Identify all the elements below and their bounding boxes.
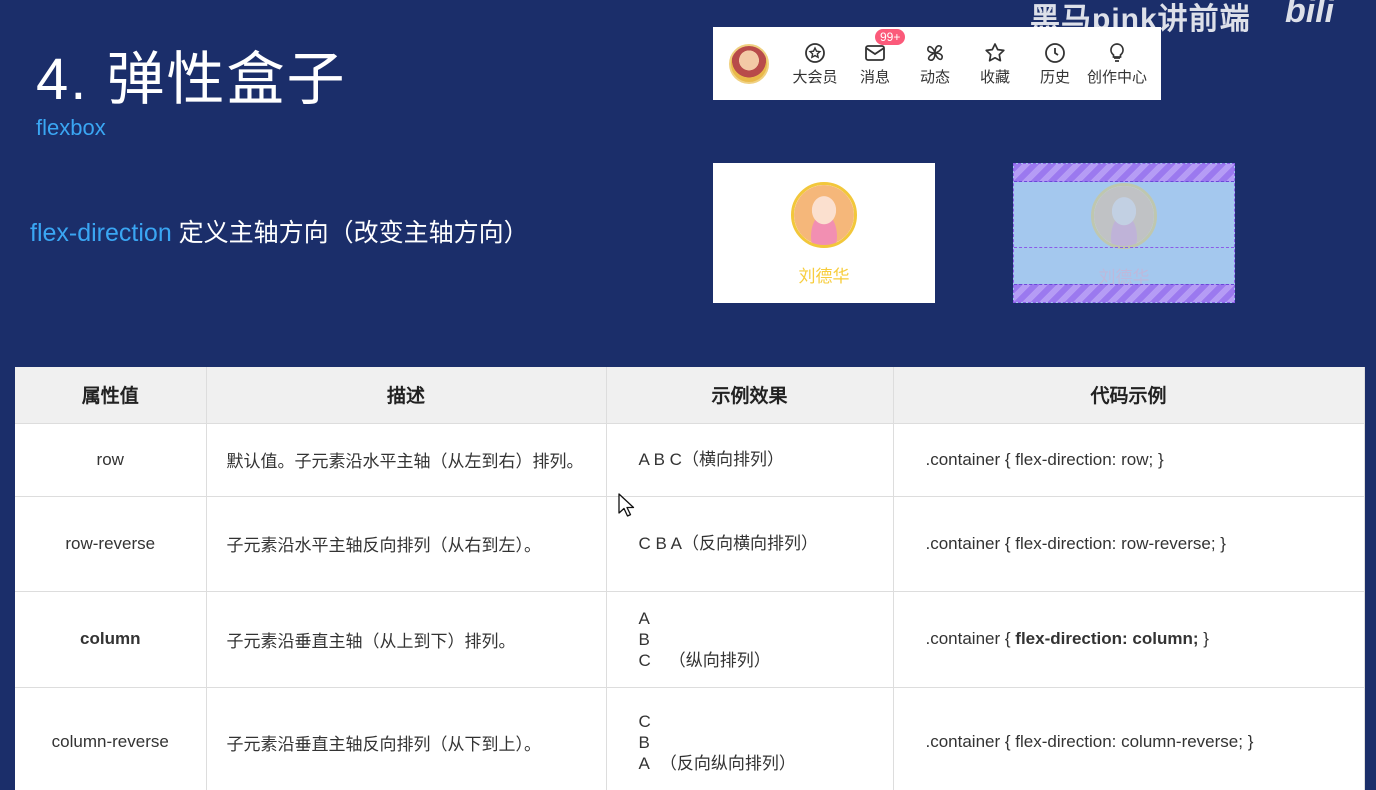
- nav-item-creator-center[interactable]: 创作中心: [1085, 41, 1149, 87]
- padding-overlay-top: [1014, 164, 1234, 182]
- nav-item-label: 动态: [919, 68, 950, 86]
- example-note: （反向纵向排列）: [659, 753, 796, 773]
- avatar[interactable]: [729, 43, 769, 84]
- padding-overlay-bottom: [1014, 284, 1234, 302]
- avatar-image: [791, 182, 857, 248]
- header-example: 示例效果: [606, 367, 894, 423]
- nav-item-label: 大会员: [792, 68, 838, 86]
- code-main: flex-direction: row-reverse;: [1015, 533, 1216, 553]
- nav-item-favorites[interactable]: 收藏: [965, 41, 1025, 87]
- definition-text: flex-direction 定义主轴方向（改变主轴方向）: [30, 213, 529, 249]
- vip-icon: [805, 42, 825, 63]
- nav-item-messages[interactable]: 99+ 消息: [845, 28, 906, 87]
- table-row: column 子元素沿垂直主轴（从上到下）排列。 A B C （纵向排列） .co…: [15, 590, 1365, 687]
- flex-direction-table: 属性值 描述 示例效果 代码示例 row 默认值。子元素沿水平主轴（从左到右）排…: [15, 367, 1365, 790]
- nav-item-label: 消息: [859, 68, 890, 86]
- message-badge: 99+: [875, 28, 906, 45]
- example-line: C B A（反向横向排列）: [638, 534, 818, 553]
- lightbulb-icon: [1110, 42, 1124, 62]
- example-note: （纵向排列）: [668, 650, 771, 670]
- definition-description: 定义主轴方向（改变主轴方向）: [171, 219, 529, 247]
- header-code: 代码示例: [893, 367, 1365, 423]
- nav-item-history[interactable]: 历史: [1025, 41, 1085, 87]
- example-line: C: [638, 711, 651, 731]
- star-icon: [985, 42, 1005, 62]
- header-description: 描述: [206, 367, 607, 423]
- code-prefix: .container {: [925, 732, 1016, 752]
- code-main: flex-direction: column;: [1015, 629, 1199, 648]
- cell-example: A B C（横向排列）: [606, 422, 894, 496]
- slide-subtitle: flexbox: [36, 115, 106, 140]
- cell-code: .container { flex-direction: column-reve…: [893, 686, 1365, 790]
- fan-icon: [927, 44, 943, 61]
- table-row: row 默认值。子元素沿水平主轴（从左到右）排列。 A B C（横向排列） .c…: [15, 422, 1365, 496]
- cell-example: C B A（反向横向排列）: [606, 495, 894, 591]
- example-line: C （纵向排列）: [639, 650, 893, 671]
- example-line: B: [638, 732, 650, 752]
- cell-description: 子元素沿垂直主轴（从上到下）排列。: [206, 590, 607, 687]
- example-line: A: [638, 608, 650, 628]
- code-prefix: .container {: [925, 533, 1016, 553]
- nav-item-dynamics[interactable]: 动态: [905, 41, 965, 87]
- table-row: column-reverse 子元素沿垂直主轴反向排列（从下到上）。 C B A…: [15, 686, 1365, 790]
- avatar-card-highlighted: 刘德华: [1013, 163, 1235, 303]
- example-letter: A: [638, 753, 650, 773]
- definition-keyword: flex-direction: [30, 219, 172, 247]
- mouse-cursor-icon: [618, 493, 635, 517]
- example-line: A B C（横向排列）: [638, 450, 784, 469]
- cell-code: .container { flex-direction: row; }: [893, 422, 1365, 496]
- cell-code: .container { flex-direction: row-reverse…: [893, 495, 1365, 591]
- nav-item-label: 创作中心: [1086, 68, 1147, 86]
- cell-value: row: [15, 422, 207, 496]
- nav-item-label: 历史: [1039, 68, 1070, 86]
- header-value: 属性值: [15, 367, 207, 423]
- cell-code: .container { flex-direction: column; }: [893, 590, 1365, 687]
- nav-item-vip[interactable]: 大会员: [785, 41, 845, 87]
- cell-description: 子元素沿垂直主轴反向排列（从下到上）。: [206, 686, 607, 790]
- cell-description: 默认值。子元素沿水平主轴（从左到右）排列。: [206, 422, 607, 496]
- nav-item-label: 收藏: [979, 68, 1010, 86]
- flex-line: [1014, 247, 1234, 248]
- example-letter: C: [638, 650, 651, 670]
- code-prefix: .container {: [925, 629, 1016, 648]
- avatar-image: [1091, 183, 1157, 249]
- code-main: flex-direction: column-reverse;: [1015, 732, 1243, 752]
- code-suffix: }: [1215, 533, 1226, 553]
- code-main: flex-direction: row;: [1015, 449, 1154, 469]
- example-line: A （反向纵向排列）: [639, 753, 893, 774]
- card-name: 刘德华: [798, 267, 850, 286]
- table-row: row-reverse 子元素沿水平主轴反向排列（从右到左）。 C B A（反向…: [15, 495, 1365, 591]
- cell-example: C B A （反向纵向排列）: [606, 686, 894, 790]
- code-suffix: }: [1198, 629, 1209, 648]
- bilibili-logo: bili: [1285, 0, 1335, 30]
- example-line: B: [638, 629, 650, 649]
- cell-value: column: [15, 590, 207, 687]
- slide-title: 4. 弹性盒子: [36, 47, 347, 112]
- code-prefix: .container {: [925, 449, 1016, 469]
- cell-value: row-reverse: [15, 495, 207, 591]
- cell-example: A B C （纵向排列）: [606, 590, 894, 687]
- navbar-example: 大会员 99+ 消息 动态 收藏 历史 创作中心: [713, 27, 1161, 100]
- code-suffix: }: [1242, 732, 1254, 752]
- code-suffix: }: [1153, 449, 1164, 469]
- cell-description: 子元素沿水平主轴反向排列（从右到左）。: [206, 495, 607, 591]
- cell-value: column-reverse: [15, 686, 207, 790]
- clock-icon: [1045, 42, 1065, 63]
- avatar-card: 刘德华: [713, 163, 935, 303]
